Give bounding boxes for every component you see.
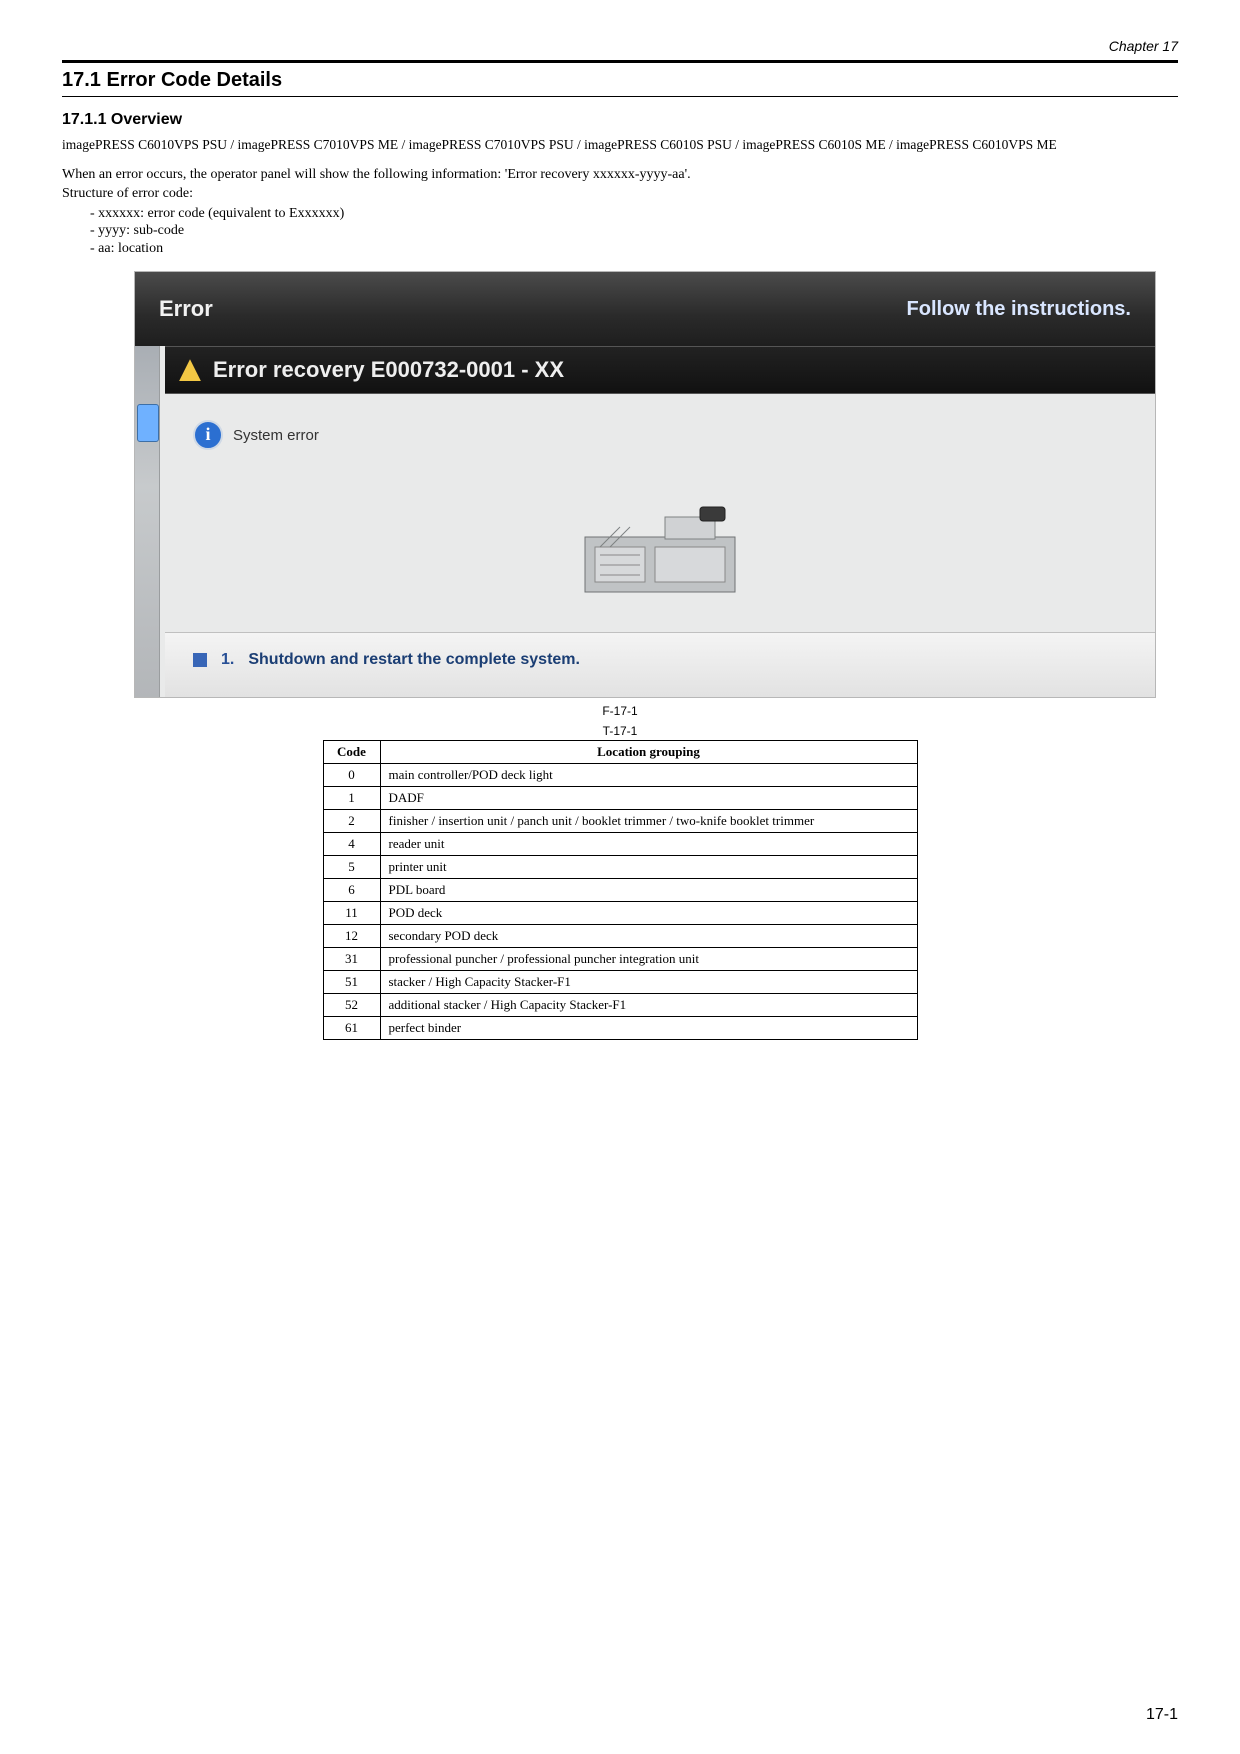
cell-code: 51 [323,971,380,994]
structure-list: - xxxxxx: error code (equivalent to Exxx… [62,205,1178,258]
table-row: 2finisher / insertion unit / panch unit … [323,810,917,833]
cell-code: 6 [323,879,380,902]
chapter-label: Chapter 17 [62,38,1178,54]
list-item: - aa: location [62,240,1178,258]
cell-code: 1 [323,787,380,810]
cell-desc: POD deck [380,902,917,925]
table-row: 52additional stacker / High Capacity Sta… [323,994,917,1017]
table-row: 4reader unit [323,833,917,856]
cell-desc: printer unit [380,856,917,879]
cell-code: 61 [323,1017,380,1040]
cell-desc: DADF [380,787,917,810]
page-number: 17-1 [1146,1706,1178,1724]
table-row: 0main controller/POD deck light [323,764,917,787]
cell-desc: professional puncher / professional punc… [380,948,917,971]
cell-code: 4 [323,833,380,856]
cell-desc: reader unit [380,833,917,856]
cell-desc: secondary POD deck [380,925,917,948]
cell-code: 2 [323,810,380,833]
top-rule [62,60,1178,63]
cell-code: 0 [323,764,380,787]
system-error-row: i System error [165,394,1155,462]
step-number: 1. [221,651,234,669]
table-row: 1DADF [323,787,917,810]
th-desc: Location grouping [380,741,917,764]
intro-line-1: When an error occurs, the operator panel… [62,167,1178,184]
table-row: 61perfect binder [323,1017,917,1040]
cell-code: 5 [323,856,380,879]
table-header-row: Code Location grouping [323,741,917,764]
table-label: T-17-1 [62,724,1178,738]
step-bullet-icon [193,653,207,667]
cell-code: 31 [323,948,380,971]
printer-icon [565,487,755,607]
model-line: imagePRESS C6010VPS PSU / imagePRESS C70… [62,137,1178,153]
system-error-text: System error [233,427,319,444]
recovery-text: Error recovery E000732-0001 - XX [213,357,564,383]
cell-code: 11 [323,902,380,925]
table-row: 11POD deck [323,902,917,925]
side-tab [137,404,159,442]
cell-desc: PDL board [380,879,917,902]
location-grouping-table: Code Location grouping 0main controller/… [323,740,918,1040]
header-instructions-label: Follow the instructions. [907,298,1131,321]
th-code: Code [323,741,380,764]
table-row: 31professional puncher / professional pu… [323,948,917,971]
figure-label: F-17-1 [62,704,1178,718]
cell-desc: stacker / High Capacity Stacker-F1 [380,971,917,994]
cell-desc: perfect binder [380,1017,917,1040]
step-text: Shutdown and restart the complete system… [248,651,580,669]
section-rule [62,96,1178,97]
table-row: 12secondary POD deck [323,925,917,948]
intro-line-2: Structure of error code: [62,186,1178,203]
table-row: 5printer unit [323,856,917,879]
subsection-title: 17.1.1 Overview [62,111,1178,129]
screenshot-header: Error Follow the instructions. [135,272,1155,346]
cell-desc: finisher / insertion unit / panch unit /… [380,810,917,833]
list-item: - xxxxxx: error code (equivalent to Exxx… [62,205,1178,223]
cell-code: 12 [323,925,380,948]
cell-desc: additional stacker / High Capacity Stack… [380,994,917,1017]
error-screenshot: Error Follow the instructions. Error rec… [134,271,1156,698]
recovery-bar: Error recovery E000732-0001 - XX [165,346,1155,394]
section-title: 17.1 Error Code Details [62,69,1178,92]
table-row: 6PDL board [323,879,917,902]
table-row: 51stacker / High Capacity Stacker-F1 [323,971,917,994]
info-icon: i [193,420,223,450]
step-bar: 1. Shutdown and restart the complete sys… [165,632,1155,697]
warning-icon [179,359,201,381]
cell-desc: main controller/POD deck light [380,764,917,787]
list-item: - yyyy: sub-code [62,222,1178,240]
device-illustration [165,462,1155,632]
cell-code: 52 [323,994,380,1017]
screenshot-body: Error recovery E000732-0001 - XX i Syste… [135,346,1155,697]
header-error-label: Error [159,296,213,322]
side-strip [135,346,160,697]
